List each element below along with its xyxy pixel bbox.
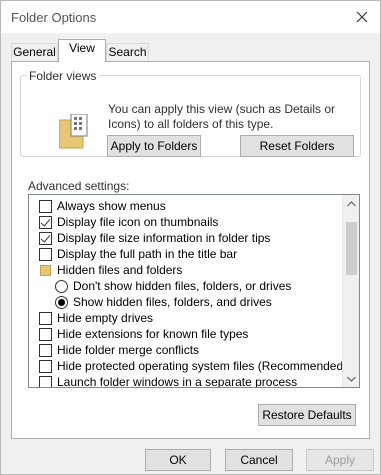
restore-defaults-button[interactable]: Restore Defaults (258, 404, 356, 426)
folder-view-icon (58, 113, 97, 150)
close-icon (356, 11, 368, 23)
checkbox-launch-separate-process[interactable] (39, 376, 52, 387)
checkbox-hide-merge-conflicts[interactable] (39, 344, 52, 357)
list-item[interactable]: Hide protected operating system files (R… (35, 358, 347, 374)
folder-options-dialog: Folder Options General View Search You c… (0, 0, 381, 475)
item-label: Hide extensions for known file types (57, 327, 249, 341)
checkbox-always-show-menus[interactable] (39, 200, 52, 213)
item-label: Always show menus (57, 199, 166, 213)
scroll-up-button[interactable] (343, 195, 359, 212)
cancel-button[interactable]: Cancel (225, 449, 293, 471)
vertical-scrollbar[interactable] (342, 195, 359, 387)
apply-to-folders-button[interactable]: Apply to Folders (107, 135, 201, 157)
folder-views-legend: Folder views (26, 69, 100, 83)
close-button[interactable] (350, 5, 374, 29)
item-label: Hidden files and folders (57, 263, 183, 277)
list-item[interactable]: Show hidden files, folders, and drives (49, 294, 285, 310)
list-item[interactable]: Don't show hidden files, folders, or dri… (29, 278, 343, 294)
tab-view[interactable]: View (58, 39, 106, 62)
checkbox-hide-protected-os-files[interactable] (39, 360, 52, 373)
list-item[interactable]: Display the full path in the title bar (29, 246, 343, 262)
checkbox-display-file-size[interactable] (39, 232, 52, 245)
list-item[interactable]: Hide empty drives (29, 310, 343, 326)
folder-views-description: You can apply this view (such as Details… (108, 102, 336, 131)
list-item[interactable]: Always show menus (29, 198, 343, 214)
window-title: Folder Options (11, 10, 97, 25)
item-label: Don't show hidden files, folders, or dri… (73, 279, 292, 293)
title-bar: Folder Options (1, 1, 380, 33)
apply-button: Apply (306, 449, 374, 471)
item-label: Hide empty drives (57, 311, 154, 325)
chevron-down-icon (347, 376, 356, 382)
item-label: Show hidden files, folders, and drives (73, 295, 272, 309)
radio-show-hidden[interactable] (55, 296, 68, 309)
checkbox-display-file-icon[interactable] (39, 216, 52, 229)
checkbox-hide-extensions[interactable] (39, 328, 52, 341)
reset-folders-button[interactable]: Reset Folders (240, 135, 354, 157)
folder-icon (40, 265, 51, 276)
checkbox-hide-empty-drives[interactable] (39, 312, 52, 325)
advanced-settings-label: Advanced settings: (28, 179, 130, 193)
list-item[interactable]: Display file size information in folder … (29, 230, 343, 246)
item-label: Display file icon on thumbnails (57, 215, 219, 229)
tab-general[interactable]: General (11, 43, 58, 61)
chevron-up-icon (347, 200, 356, 206)
list-item[interactable]: Display file icon on thumbnails (29, 214, 343, 230)
ok-button[interactable]: OK (145, 449, 211, 471)
tab-search[interactable]: Search (106, 43, 149, 61)
checkbox-display-full-path[interactable] (39, 248, 52, 261)
item-label: Display file size information in folder … (57, 231, 271, 245)
scroll-down-button[interactable] (343, 370, 359, 387)
view-tab-panel: You can apply this view (such as Details… (11, 61, 370, 439)
item-label: Hide protected operating system files (R… (57, 359, 348, 373)
radio-dont-show-hidden[interactable] (55, 280, 68, 293)
list-item: Hidden files and folders (29, 262, 343, 278)
list-item[interactable]: Launch folder windows in a separate proc… (29, 374, 343, 388)
item-label: Launch folder windows in a separate proc… (57, 375, 298, 388)
item-label: Display the full path in the title bar (57, 247, 238, 261)
item-label: Hide folder merge conflicts (57, 343, 200, 357)
folder-views-group: You can apply this view (such as Details… (20, 75, 361, 157)
list-item[interactable]: Hide folder merge conflicts (29, 342, 343, 358)
list-item[interactable]: Hide extensions for known file types (29, 326, 343, 342)
scroll-thumb[interactable] (346, 222, 357, 275)
advanced-settings-list[interactable]: Always show menus Display file icon on t… (28, 194, 360, 388)
